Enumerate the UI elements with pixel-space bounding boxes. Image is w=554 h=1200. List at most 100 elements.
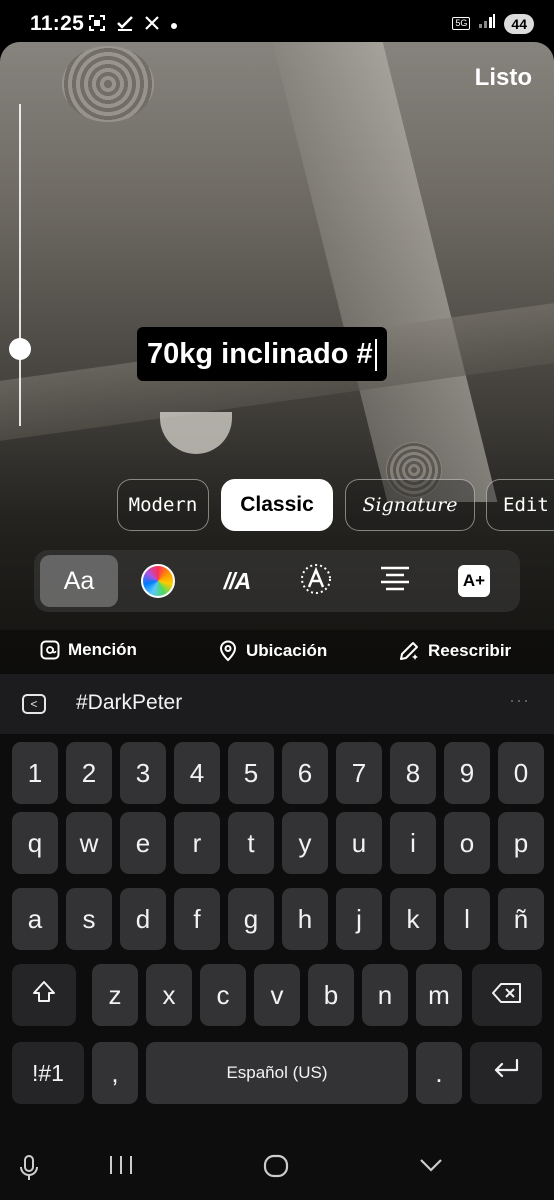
story-photo-canvas[interactable]: Listo 70kg inclinado # Modern Classic Si… (0, 42, 554, 674)
tool-ai-text[interactable]: A+ (435, 555, 513, 607)
enter-icon (491, 1058, 521, 1089)
key-w[interactable]: w (66, 812, 112, 874)
font-style-selector: Modern Classic Signature Edit (0, 479, 554, 533)
mention-button[interactable]: Mención (40, 640, 137, 660)
key-1[interactable]: 1 (12, 742, 58, 804)
rewrite-label: Reescribir (428, 641, 512, 660)
key-b[interactable]: b (308, 964, 354, 1026)
voice-input-button[interactable] (18, 1154, 40, 1187)
key-m[interactable]: m (416, 964, 462, 1026)
tool-color[interactable] (119, 555, 197, 607)
key-d[interactable]: d (120, 888, 166, 950)
key-x[interactable]: x (146, 964, 192, 1026)
key-h[interactable]: h (282, 888, 328, 950)
key-u[interactable]: u (336, 812, 382, 874)
x-app-icon (144, 15, 160, 35)
key-9[interactable]: 9 (444, 742, 490, 804)
hide-keyboard-button[interactable] (418, 1154, 444, 1181)
keyboard-toolbar-back-icon[interactable]: < (22, 694, 46, 714)
status-bar: 11:25 5G 44 (0, 0, 554, 44)
backspace-key[interactable] (472, 964, 542, 1026)
key-i[interactable]: i (390, 812, 436, 874)
key-r[interactable]: r (174, 812, 220, 874)
key-y[interactable]: y (282, 812, 328, 874)
key-e[interactable]: e (120, 812, 166, 874)
key-3[interactable]: 3 (120, 742, 166, 804)
pencil-sparkle-icon (398, 640, 420, 662)
animation-icon: //A (223, 567, 251, 594)
key-8[interactable]: 8 (390, 742, 436, 804)
keyboard: 1 2 3 4 5 6 7 8 9 0 q w e r t y u i o p … (0, 734, 554, 1134)
enter-key[interactable] (470, 1042, 542, 1104)
more-options-icon[interactable]: ··· (509, 690, 530, 711)
home-button[interactable] (262, 1154, 290, 1183)
key-s[interactable]: s (66, 888, 112, 950)
key-n[interactable]: n (362, 964, 408, 1026)
key-g[interactable]: g (228, 888, 274, 950)
key-4[interactable]: 4 (174, 742, 220, 804)
screenshot-icon (88, 14, 106, 36)
keyboard-suggestion-bar: < #DarkPeter ··· (0, 674, 554, 734)
signal-icon (478, 13, 496, 34)
location-pin-icon (218, 640, 238, 662)
microphone-icon (18, 1154, 40, 1187)
key-t[interactable]: t (228, 812, 274, 874)
at-sign-icon (40, 640, 60, 660)
backspace-icon (491, 980, 523, 1011)
suggestion-word[interactable]: #DarkPeter (76, 691, 182, 715)
key-n-tilde[interactable]: ñ (498, 888, 544, 950)
key-z[interactable]: z (92, 964, 138, 1026)
text-tools-bar: Aa //A A+ (34, 550, 520, 612)
font-style-classic[interactable]: Classic (221, 479, 333, 531)
font-style-edit[interactable]: Edit (486, 479, 554, 531)
key-6[interactable]: 6 (282, 742, 328, 804)
network-type: 5G (452, 17, 471, 30)
recent-apps-button[interactable] (108, 1154, 134, 1181)
symbols-key[interactable]: !#1 (12, 1042, 84, 1104)
comma-key[interactable]: , (92, 1042, 138, 1104)
period-key[interactable]: . (416, 1042, 462, 1104)
key-a[interactable]: a (12, 888, 58, 950)
key-0[interactable]: 0 (498, 742, 544, 804)
key-j[interactable]: j (336, 888, 382, 950)
key-2[interactable]: 2 (66, 742, 112, 804)
text-size-slider-thumb[interactable] (9, 338, 31, 360)
location-label: Ubicación (246, 641, 328, 660)
shift-key[interactable] (12, 964, 76, 1026)
key-l[interactable]: l (444, 888, 490, 950)
done-button[interactable]: Listo (475, 64, 532, 92)
key-5[interactable]: 5 (228, 742, 274, 804)
chevron-down-icon (418, 1154, 444, 1181)
background-beam (272, 42, 498, 502)
text-size-slider[interactable] (19, 104, 21, 426)
key-v[interactable]: v (254, 964, 300, 1026)
font-style-signature[interactable]: Signature (345, 479, 475, 531)
shift-icon (31, 979, 57, 1012)
align-center-icon (379, 565, 411, 598)
key-o[interactable]: o (444, 812, 490, 874)
ai-text-icon: A+ (458, 565, 490, 597)
rewrite-button[interactable]: Reescribir (398, 640, 511, 662)
font-style-icon: Aa (63, 566, 95, 595)
key-7[interactable]: 7 (336, 742, 382, 804)
text-effect-icon (299, 562, 333, 601)
tool-effect[interactable] (277, 555, 355, 607)
mention-label: Mención (68, 640, 137, 659)
key-q[interactable]: q (12, 812, 58, 874)
story-text-input[interactable]: 70kg inclinado # (137, 327, 387, 381)
status-time: 11:25 (30, 12, 85, 35)
key-p[interactable]: p (498, 812, 544, 874)
tool-font-style[interactable]: Aa (40, 555, 118, 607)
dot-icon (170, 16, 178, 34)
tool-alignment[interactable] (356, 555, 434, 607)
key-f[interactable]: f (174, 888, 220, 950)
text-caret (374, 339, 377, 372)
location-button[interactable]: Ubicación (218, 640, 327, 662)
key-k[interactable]: k (390, 888, 436, 950)
key-c[interactable]: c (200, 964, 246, 1026)
space-key[interactable]: Español (US) (146, 1042, 408, 1104)
battery-indicator: 44 (504, 13, 534, 34)
font-style-modern[interactable]: Modern (117, 479, 209, 531)
status-notification-icons (88, 14, 178, 36)
tool-animation[interactable]: //A (198, 555, 276, 607)
